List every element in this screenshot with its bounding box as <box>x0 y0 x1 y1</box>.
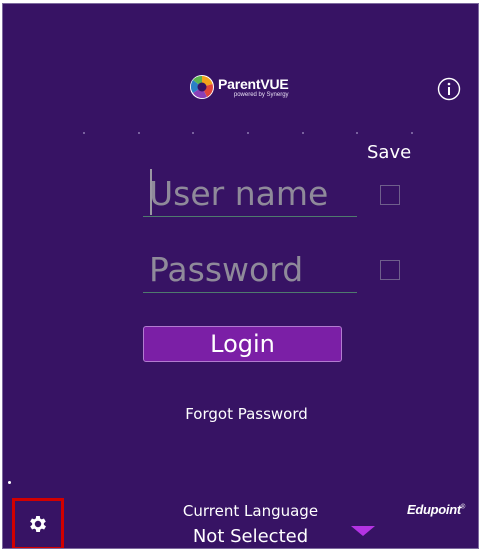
save-username-checkbox[interactable] <box>380 185 400 205</box>
forgot-password-link[interactable]: Forgot Password <box>3 405 478 423</box>
edupoint-logo: Edupoint® <box>407 502 465 517</box>
divider-dots <box>83 132 413 134</box>
save-password-checkbox[interactable] <box>380 260 400 280</box>
gear-icon <box>30 516 46 532</box>
login-screen: ParentVUE powered by Synergy Save Login … <box>2 3 479 549</box>
settings-button[interactable] <box>12 498 64 548</box>
language-selector[interactable]: Not Selected <box>133 526 368 547</box>
info-icon[interactable] <box>437 77 461 101</box>
current-language-label: Current Language <box>182 502 319 520</box>
edupoint-brand-text: Edupoint <box>407 502 461 517</box>
edge-dot <box>8 481 11 484</box>
username-input[interactable] <box>143 171 357 216</box>
logo-subtitle: powered by Synergy <box>233 91 289 98</box>
password-field-wrapper <box>143 247 357 293</box>
save-label: Save <box>367 142 412 163</box>
parentvue-logo: ParentVUE powered by Synergy <box>189 74 289 100</box>
login-button[interactable]: Login <box>143 326 342 362</box>
caret-down-icon[interactable] <box>351 526 375 536</box>
trademark-mark: ® <box>460 504 466 511</box>
password-input[interactable] <box>143 247 357 292</box>
logo-title: ParentVUE <box>218 75 289 92</box>
username-field-wrapper <box>143 171 357 217</box>
text-cursor <box>150 169 152 215</box>
parentvue-logo-icon <box>190 75 214 99</box>
